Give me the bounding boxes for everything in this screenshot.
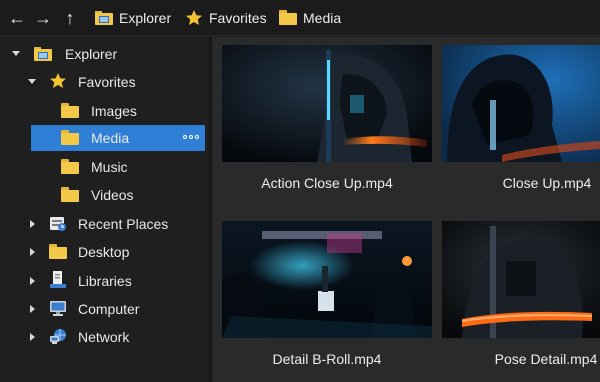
sidebar-item-label: Computer: [78, 301, 140, 317]
sidebar-item-explorer[interactable]: Explorer: [0, 41, 211, 67]
chevron-right-icon[interactable]: [27, 219, 37, 229]
sidebar-item-favorites[interactable]: Favorites: [0, 69, 211, 95]
folder-icon: [61, 159, 79, 175]
video-thumbnail[interactable]: [222, 221, 432, 338]
file-grid: Action Close Up.mp4 Close Up.mp4 Detail …: [213, 37, 600, 382]
video-thumbnail[interactable]: [442, 221, 600, 338]
sidebar-item-label: Music: [91, 159, 128, 175]
sidebar-item-recent-places[interactable]: Recent Places: [0, 211, 211, 237]
toolbar: ← → ↑ Explorer Favorites Media: [0, 0, 600, 36]
explorer-icon: [34, 46, 52, 62]
folder-icon: [61, 187, 79, 203]
network-icon: [49, 328, 67, 344]
file-name: Detail B-Roll.mp4: [272, 351, 382, 367]
sidebar-item-images[interactable]: Images: [0, 98, 211, 124]
sidebar-item-label: Media: [91, 130, 130, 146]
folder-icon: [49, 244, 67, 260]
sidebar: Explorer Favorites Images Media Music Vi…: [0, 37, 211, 382]
breadcrumb-label: Media: [303, 10, 342, 26]
folder-icon: [61, 130, 79, 146]
video-thumbnail[interactable]: [222, 45, 432, 162]
video-thumbnail[interactable]: [442, 45, 600, 162]
sidebar-item-libraries[interactable]: Libraries: [0, 268, 211, 294]
sidebar-item-music[interactable]: Music: [0, 154, 211, 180]
recent-places-icon: [49, 215, 67, 231]
arrow-up-icon[interactable]: ↑: [59, 6, 81, 30]
more-options-icon[interactable]: [183, 133, 199, 141]
breadcrumb-favorites[interactable]: Favorites: [185, 8, 267, 28]
sidebar-item-computer[interactable]: Computer: [0, 296, 211, 322]
chevron-right-icon[interactable]: [27, 332, 37, 342]
file-name: Close Up.mp4: [502, 175, 592, 191]
chevron-down-icon[interactable]: [11, 49, 21, 59]
sidebar-item-label: Libraries: [78, 273, 132, 289]
sidebar-item-label: Favorites: [78, 74, 136, 90]
sidebar-item-label: Network: [78, 329, 130, 345]
sidebar-item-videos[interactable]: Videos: [0, 182, 211, 208]
file-name: Pose Detail.mp4: [494, 351, 598, 367]
breadcrumb-media[interactable]: Media: [279, 8, 341, 28]
folder-icon: [61, 103, 79, 119]
breadcrumb-label: Explorer: [119, 10, 172, 26]
sidebar-item-label: Explorer: [65, 46, 118, 62]
star-icon: [185, 10, 203, 26]
chevron-down-icon[interactable]: [27, 77, 37, 87]
arrow-right-icon[interactable]: →: [32, 6, 54, 30]
sidebar-item-label: Desktop: [78, 244, 130, 260]
computer-icon: [49, 300, 67, 316]
sidebar-item-label: Recent Places: [78, 216, 169, 232]
arrow-left-icon[interactable]: ←: [6, 6, 28, 30]
sidebar-item-desktop[interactable]: Desktop: [0, 239, 211, 265]
sidebar-item-label: Images: [91, 103, 137, 119]
breadcrumb-explorer[interactable]: Explorer: [95, 8, 171, 28]
chevron-right-icon[interactable]: [27, 276, 37, 286]
explorer-icon: [95, 10, 113, 26]
sidebar-item-media[interactable]: Media: [31, 125, 205, 151]
folder-icon: [279, 10, 297, 26]
chevron-right-icon[interactable]: [27, 247, 37, 257]
breadcrumb-label: Favorites: [209, 10, 267, 26]
star-icon: [49, 73, 67, 89]
file-name: Action Close Up.mp4: [261, 175, 393, 191]
sidebar-item-network[interactable]: Network: [0, 324, 211, 350]
libraries-icon: [49, 271, 67, 288]
chevron-right-icon[interactable]: [27, 304, 37, 314]
sidebar-item-label: Videos: [91, 187, 134, 203]
